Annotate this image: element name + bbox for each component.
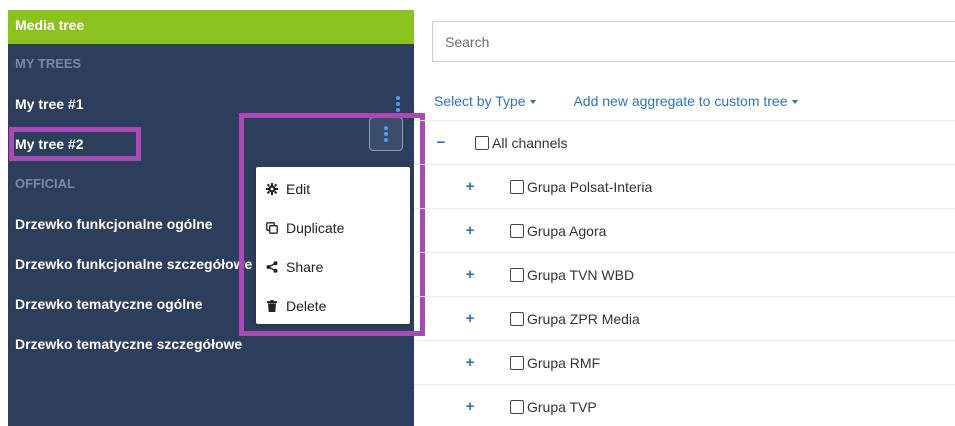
select-by-type-dropdown[interactable]: Select by Type xyxy=(434,93,536,109)
collapse-toggle-icon[interactable]: − xyxy=(435,134,447,151)
expand-toggle-icon[interactable]: + xyxy=(464,266,476,283)
expand-toggle-icon[interactable]: + xyxy=(464,398,476,415)
expand-toggle-icon[interactable]: + xyxy=(464,310,476,327)
checkbox[interactable] xyxy=(510,399,524,414)
checkbox[interactable] xyxy=(510,223,524,238)
checkbox[interactable] xyxy=(510,267,524,282)
checkbox[interactable] xyxy=(475,135,489,150)
tree-row-label: Grupa ZPR Media xyxy=(527,310,640,327)
add-aggregate-dropdown[interactable]: Add new aggregate to custom tree xyxy=(573,93,798,109)
tree-item-label: Drzewko tematyczne ogólne xyxy=(15,296,203,312)
search-input[interactable] xyxy=(432,21,955,62)
gear-icon xyxy=(266,182,278,195)
expand-toggle-icon[interactable]: + xyxy=(464,178,476,195)
context-menu: Edit Duplicate Share Delete xyxy=(256,167,410,324)
tree-row-group: + Grupa TVN WBD xyxy=(414,252,955,296)
tree-row-label: Grupa RMF xyxy=(527,354,601,371)
expand-toggle-icon[interactable]: + xyxy=(464,354,476,371)
tree-row-group: + Grupa Polsat-Interia xyxy=(414,164,955,208)
tree-item-label: My tree #1 xyxy=(15,96,84,112)
menu-item-share[interactable]: Share xyxy=(256,247,410,286)
dropdown-label: Select by Type xyxy=(434,93,526,109)
tree-item-label: Drzewko tematyczne szczegółowe xyxy=(15,336,243,352)
menu-item-label: Delete xyxy=(286,297,327,314)
tree-item-label: Drzewko funkcjonalne szczegółowe xyxy=(15,256,253,272)
tree-row-label: Grupa Polsat-Interia xyxy=(527,178,653,195)
section-title-my-trees: MY TREES xyxy=(15,56,82,71)
dropdown-label: Add new aggregate to custom tree xyxy=(573,93,788,109)
tree-row-group: + Grupa ZPR Media xyxy=(414,296,955,340)
media-tree-header: Media tree xyxy=(8,10,414,44)
checkbox[interactable] xyxy=(510,179,524,194)
duplicate-icon xyxy=(266,221,278,234)
menu-item-label: Duplicate xyxy=(286,219,345,236)
tree-row-label: Grupa TVN WBD xyxy=(527,266,635,283)
menu-item-label: Share xyxy=(286,258,324,275)
checkbox[interactable] xyxy=(510,355,524,370)
tree-row-label: Grupa TVP xyxy=(527,398,597,415)
tree-row-all-channels: − All channels xyxy=(414,120,955,164)
tree-row-group: + Grupa TVP xyxy=(414,384,955,426)
menu-item-edit[interactable]: Edit xyxy=(256,169,410,208)
tree-row-label: All channels xyxy=(492,134,568,151)
highlight-box-my-tree-2 xyxy=(9,127,141,161)
tree-row-group: + Grupa RMF xyxy=(414,340,955,384)
toolbar: Select by Type Add new aggregate to cust… xyxy=(434,93,832,109)
checkbox[interactable] xyxy=(510,311,524,326)
tree-item-label: Drzewko funkcjonalne ogólne xyxy=(15,216,213,232)
share-icon xyxy=(266,260,278,273)
menu-item-label: Edit xyxy=(286,180,311,197)
tree-row-group: + Grupa Agora xyxy=(414,208,955,252)
caret-down-icon xyxy=(529,100,536,105)
caret-down-icon xyxy=(791,100,798,105)
expand-toggle-icon[interactable]: + xyxy=(464,222,476,239)
menu-item-duplicate[interactable]: Duplicate xyxy=(256,208,410,247)
menu-item-delete[interactable]: Delete xyxy=(256,286,410,325)
kebab-menu-icon[interactable] xyxy=(392,94,404,114)
tree-row-label: Grupa Agora xyxy=(527,222,607,239)
trash-icon xyxy=(267,299,277,312)
main-panel: Select by Type Add new aggregate to cust… xyxy=(414,0,955,426)
